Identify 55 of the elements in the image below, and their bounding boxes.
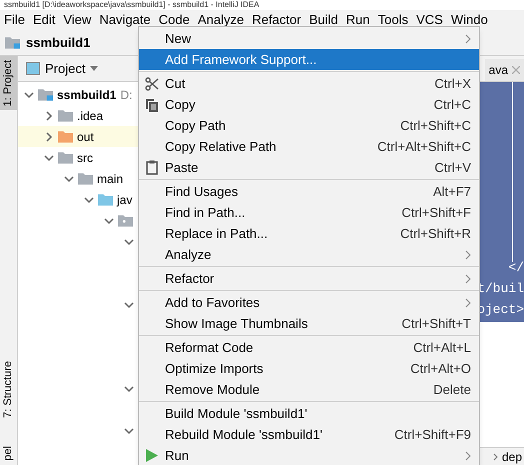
menu-item[interactable]: Windo (446, 10, 492, 30)
menu-entry[interactable]: Optimize Imports Ctrl+Alt+O (139, 358, 479, 379)
tree-label: out (77, 128, 94, 146)
shortcut-label: Ctrl+C (434, 96, 471, 114)
tree-label: ssmbuild1 (57, 86, 116, 104)
shortcut-label: Ctrl+Alt+O (410, 360, 471, 378)
shortcut-label: Ctrl+Alt+L (413, 338, 471, 357)
side-tab[interactable]: 1: Project (0, 56, 17, 110)
menu-item[interactable]: Run (342, 10, 374, 30)
shortcut-label: Ctrl+Shift+T (402, 314, 471, 333)
window-title: ssmbuild1 [D:\ideaworkspace\java\ssmbuild1] - ssmbuild1 - IntelliJ IDEA (4, 1, 260, 9)
menu-item[interactable]: Refactor (248, 10, 306, 30)
menu-item[interactable]: Navigate (95, 10, 155, 30)
menu-item[interactable]: Build (305, 10, 342, 30)
menu-item[interactable]: Edit (28, 10, 60, 30)
shortcut-label: Ctrl+Shift+C (400, 116, 471, 135)
menu-entry[interactable]: Analyze (139, 244, 479, 265)
shortcut-label: Ctrl+Shift+F9 (394, 426, 471, 444)
shortcut-label: Ctrl+V (434, 158, 471, 177)
menu-item[interactable]: Code (154, 10, 194, 30)
menu-item[interactable]: Tools (374, 10, 412, 30)
menu-entry[interactable]: Rebuild Module 'ssmbuild1' Ctrl+Shift+F9 (139, 424, 479, 445)
side-tab[interactable]: pel (0, 442, 17, 465)
tree-label: main (97, 170, 124, 188)
menu-entry[interactable]: Show Image Thumbnails Ctrl+Shift+T (139, 313, 479, 334)
tree-path: D: (120, 86, 132, 104)
menu-entry[interactable]: New (139, 28, 479, 49)
menu-entry[interactable]: Run (139, 445, 479, 465)
shortcut-label: Ctrl+Shift+F (402, 204, 471, 222)
shortcut-label: Delete (433, 380, 471, 399)
menu-entry[interactable]: Reformat Code Ctrl+Alt+L (139, 337, 479, 358)
code-line: </ (508, 259, 524, 277)
menu-entry[interactable]: Build Module 'ssmbuild1' (139, 403, 479, 424)
editor-tab[interactable]: ava (484, 59, 524, 81)
tree-label: src (77, 150, 93, 166)
menu-entry[interactable]: Refactor (139, 268, 479, 289)
menu-entry[interactable]: Replace in Path... Ctrl+Shift+R (139, 223, 479, 244)
menu-item[interactable]: Analyze (194, 10, 248, 30)
breadcrumb-item[interactable]: dep (502, 448, 522, 465)
tree-label: jav (117, 192, 132, 208)
panel-title[interactable]: Project (45, 58, 86, 78)
menu-item[interactable]: VCS (412, 10, 447, 30)
code-line: t/buil (477, 280, 524, 298)
menu-item[interactable]: View (59, 10, 96, 30)
shortcut-label: Ctrl+X (434, 74, 471, 93)
menu-entry[interactable]: Add to Favorites (139, 292, 479, 313)
menu-entry[interactable]: Remove Module Delete (139, 379, 479, 400)
tree-label: .idea (77, 108, 104, 124)
shortcut-label: Ctrl+Shift+R (400, 224, 471, 243)
shortcut-label: Alt+F7 (433, 182, 471, 201)
project-name[interactable]: ssmbuild1 (26, 32, 90, 52)
side-tab[interactable]: 7: Structure (0, 357, 17, 422)
menu-entry[interactable]: Add Framework Support... (139, 49, 479, 70)
shortcut-label: Ctrl+Alt+Shift+C (377, 138, 471, 156)
menu-item[interactable]: File (0, 10, 29, 30)
